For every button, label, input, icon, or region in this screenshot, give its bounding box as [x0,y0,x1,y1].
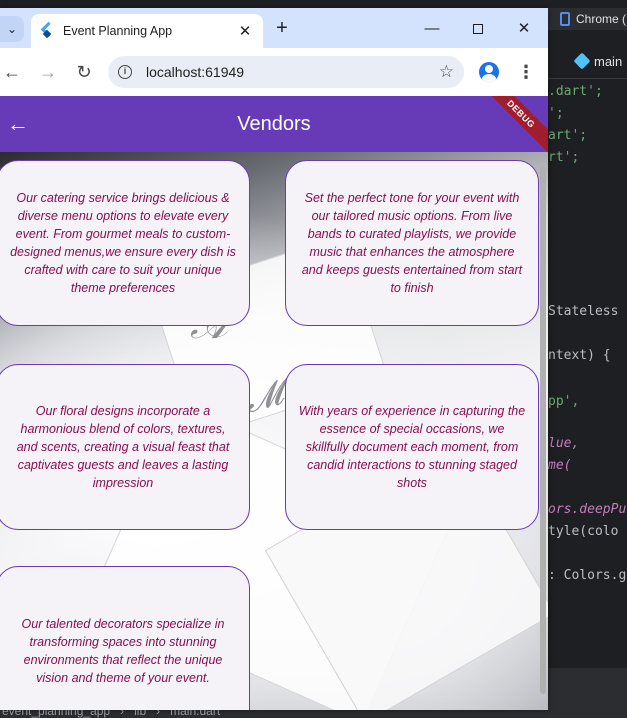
close-window-button[interactable]: ✕ [510,18,538,40]
flutter-icon [41,24,53,38]
arrow-back-icon[interactable]: ← [6,112,30,136]
url-text[interactable]: localhost:61949 [146,64,439,80]
browser-window: ⌄ Event Planning App ✕ + — ✕ ← → ↻ i loc… [0,8,548,710]
code-line: pp', [548,394,580,409]
browser-menu-icon[interactable]: ⋮ [516,60,536,84]
code-line: rt'; [548,150,580,165]
scrollbar-thumb[interactable] [540,166,546,694]
code-line: ors.deepPur [548,502,627,517]
chevron-down-icon: ⌄ [6,22,18,36]
app-bar: ← Vendors [0,96,548,152]
browser-titlebar: ⌄ Event Planning App ✕ + — ✕ [0,8,548,48]
tab-search-button[interactable]: ⌄ [0,16,24,42]
bookmark-star-icon[interactable]: ☆ [439,62,454,82]
code-line: Stateless [548,304,619,319]
vendor-card-description: Our floral designs incorporate a harmoni… [16,404,230,490]
code-line: : Colors.g [548,568,627,583]
minimize-button[interactable]: — [418,18,446,40]
ide-tab-divider [548,78,627,79]
tab-title: Event Planning App [63,24,173,38]
page-title: Vendors [237,112,311,135]
vendor-card-decorators[interactable]: Our talented decorators specialize in tr… [0,566,250,710]
ide-panel [548,668,627,704]
code-line: lue, [548,436,580,451]
vendor-card-description: Our talented decorators specialize in tr… [21,617,225,685]
ide-editor-tab-label: main [594,53,623,69]
scrollbar[interactable] [538,152,548,710]
ide-background: Chrome ( main .dart'; '; art'; rt'; Stat… [548,0,627,718]
forward-button[interactable]: → [36,60,60,84]
ide-editor-tab[interactable]: main [573,48,623,74]
ide-chrome-tab-label: Chrome ( [576,12,627,26]
code-line: tyle(colo [548,524,619,539]
maximize-icon [473,24,483,35]
dart-file-icon [573,52,591,70]
code-line: ntext) { [548,348,611,363]
close-tab-icon[interactable]: ✕ [237,22,253,40]
vendor-card-description: Our catering service brings delicious & … [10,191,236,295]
vendor-card-description: Set the perfect tone for your event with… [301,191,523,295]
address-bar[interactable]: i localhost:61949 ☆ [108,56,464,88]
reload-button[interactable]: ↻ [72,60,96,84]
code-line: '; [548,106,564,121]
app-viewport: ← Vendors DEBUG 𝒜 𝓜 Our catering service… [0,96,548,710]
vendor-card-music[interactable]: Set the perfect tone for your event with… [285,160,539,326]
code-line: .dart'; [548,84,603,99]
new-tab-button[interactable]: + [272,18,292,40]
maximize-button[interactable] [464,18,492,40]
profile-avatar-icon[interactable] [479,62,499,82]
vendor-card-description: With years of experience in capturing th… [298,404,526,490]
vendor-card-catering[interactable]: Our catering service brings delicious & … [0,160,250,326]
browser-toolbar: ← → ↻ i localhost:61949 ☆ ⋮ [0,48,548,96]
vendor-card-florist[interactable]: Our floral designs incorporate a harmoni… [0,364,250,530]
vendor-card-photography[interactable]: With years of experience in capturing th… [285,364,539,530]
code-line: art'; [548,128,588,143]
code-line: me( [548,458,572,473]
ide-chrome-tab[interactable]: Chrome ( [548,8,627,30]
back-button[interactable]: ← [0,60,24,84]
phone-icon [560,12,570,26]
site-info-icon[interactable]: i [118,65,132,79]
browser-tab[interactable]: Event Planning App ✕ [31,14,263,48]
